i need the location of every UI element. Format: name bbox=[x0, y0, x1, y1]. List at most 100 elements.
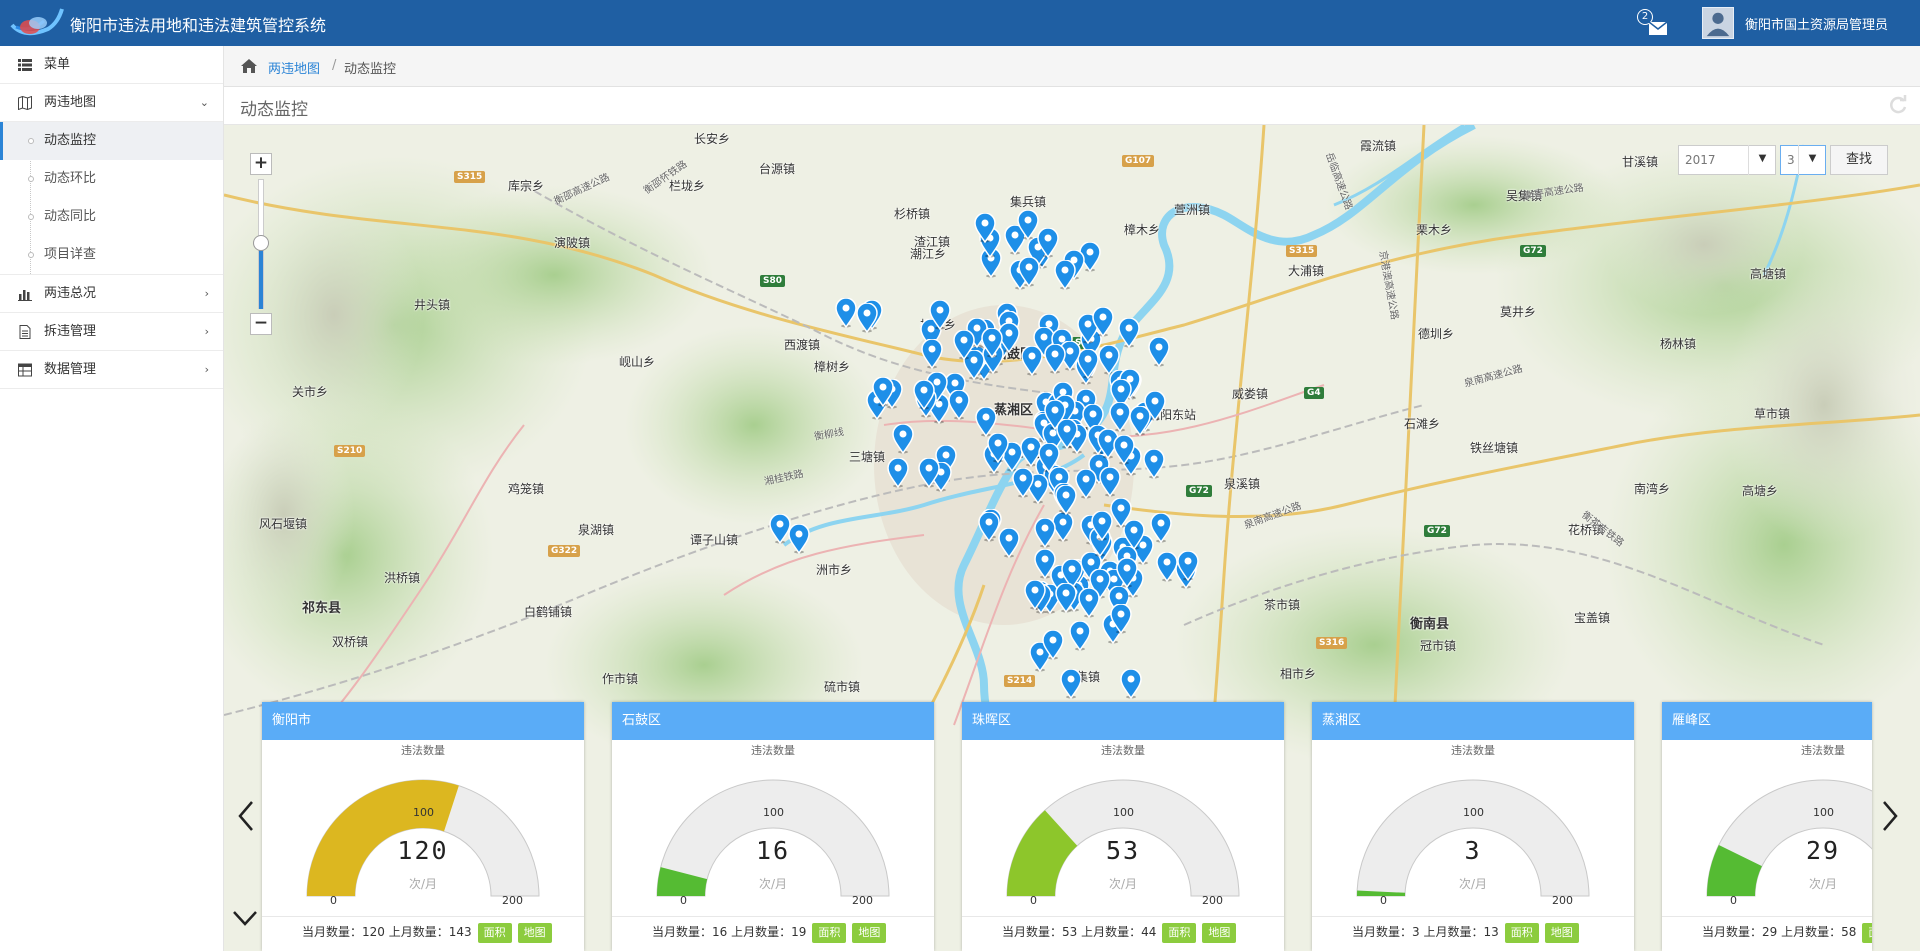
area-button[interactable]: 面积 bbox=[812, 923, 847, 943]
map-pin-icon[interactable] bbox=[1024, 580, 1046, 610]
chevron-down-icon[interactable] bbox=[230, 906, 260, 930]
map-button[interactable]: 地图 bbox=[852, 923, 887, 943]
map-pin-icon[interactable] bbox=[974, 213, 996, 243]
search-button[interactable]: 查找 bbox=[1830, 145, 1888, 175]
gauge-max-label: 200 bbox=[1202, 894, 1223, 907]
gauge-max-label: 200 bbox=[1552, 894, 1573, 907]
chevron-right-icon[interactable] bbox=[1878, 796, 1902, 836]
map-pin-icon[interactable] bbox=[1148, 337, 1170, 367]
card-subtitle: 违法数量 bbox=[1101, 744, 1145, 757]
map-pin-icon[interactable] bbox=[1177, 551, 1199, 581]
area-button[interactable]: 面积 bbox=[1504, 923, 1539, 943]
map-place-label: 甘溪镇 bbox=[1622, 155, 1659, 169]
map-pin-icon[interactable] bbox=[1037, 228, 1059, 258]
map-pin-icon[interactable] bbox=[856, 303, 878, 333]
user-name[interactable]: 衡阳市国土资源局管理员 bbox=[1745, 14, 1888, 33]
map-pin-icon[interactable] bbox=[1054, 260, 1076, 290]
chevron-down-icon[interactable]: ▼ bbox=[1748, 145, 1776, 175]
map-pin-icon[interactable] bbox=[913, 380, 935, 410]
sidebar: 菜单 两违地图 ⌄ 动态监控 动态环比 动态同比 项目详查 两违总况 › 拆违管… bbox=[0, 46, 224, 951]
zoom-control: + − bbox=[250, 153, 272, 335]
map-icon bbox=[18, 96, 32, 110]
map-pin-icon[interactable] bbox=[788, 524, 810, 554]
map-pin-icon[interactable] bbox=[978, 512, 1000, 542]
map-pin-icon[interactable] bbox=[872, 377, 894, 407]
sidebar-subitem-dynamic-monitor[interactable]: 动态监控 bbox=[0, 122, 223, 160]
map-pin-icon[interactable] bbox=[1021, 346, 1043, 376]
map-pin-icon[interactable] bbox=[1018, 257, 1040, 287]
sidebar-subitem-project-detail[interactable]: 项目详查 bbox=[0, 236, 223, 274]
card-subtitle: 违法数量 bbox=[1451, 744, 1495, 757]
map-button[interactable]: 地图 bbox=[1202, 923, 1237, 943]
gauge-unit: 次/月 bbox=[1108, 877, 1138, 891]
home-icon[interactable] bbox=[240, 58, 258, 74]
map-pin-icon[interactable] bbox=[1116, 558, 1138, 588]
map-pin-icon[interactable] bbox=[953, 330, 975, 360]
area-button[interactable]: 面积 bbox=[477, 923, 512, 943]
map-pin-icon[interactable] bbox=[892, 424, 914, 454]
map-pin-icon[interactable] bbox=[835, 298, 857, 328]
area-button[interactable]: 面积 bbox=[1862, 923, 1872, 943]
chevron-left-icon[interactable] bbox=[234, 796, 258, 836]
sidebar-item-overview[interactable]: 两违总况 › bbox=[0, 275, 223, 313]
map-button[interactable]: 地图 bbox=[517, 923, 552, 943]
map-pin-icon[interactable] bbox=[1012, 468, 1034, 498]
stat-card: 蒸湘区 违法数量 100 0 200 3 次/月 当月数量：3 上月数量：13 面积 地图 bbox=[1312, 702, 1634, 951]
map-pin-icon[interactable] bbox=[921, 339, 943, 369]
top-bar: 衡阳市违法用地和违法建筑管控系统 2 衡阳市国土资源局管理员 bbox=[0, 0, 1920, 46]
map-pin-icon[interactable] bbox=[1075, 469, 1097, 499]
map-pin-icon[interactable] bbox=[1017, 210, 1039, 240]
map-pin-icon[interactable] bbox=[1113, 435, 1135, 465]
avatar[interactable] bbox=[1702, 7, 1734, 39]
map-pin-icon[interactable] bbox=[1060, 669, 1082, 699]
map-pin-icon[interactable] bbox=[987, 433, 1009, 463]
sidebar-subitem-year-on-year[interactable]: 动态同比 bbox=[0, 198, 223, 236]
current-month-value: 120 bbox=[362, 925, 385, 939]
map-pin-icon[interactable] bbox=[1069, 621, 1091, 651]
map-pin-icon[interactable] bbox=[1110, 498, 1132, 528]
map-pin-icon[interactable] bbox=[948, 390, 970, 420]
map-pin-icon[interactable] bbox=[998, 528, 1020, 558]
map-pin-icon[interactable] bbox=[981, 328, 1003, 358]
area-button[interactable]: 面积 bbox=[1162, 923, 1197, 943]
sidebar-item-data[interactable]: 数据管理 › bbox=[0, 351, 223, 389]
map-pin-icon[interactable] bbox=[1143, 449, 1165, 479]
map-button[interactable]: 地图 bbox=[1544, 923, 1579, 943]
map-pin-icon[interactable] bbox=[1099, 467, 1121, 497]
map-pin-icon[interactable] bbox=[918, 458, 940, 488]
map-pin-icon[interactable] bbox=[1055, 583, 1077, 613]
breadcrumb-link[interactable]: 两违地图 bbox=[268, 58, 320, 77]
map-pin-icon[interactable] bbox=[1034, 518, 1056, 548]
zoom-slider-handle[interactable] bbox=[253, 235, 269, 251]
map-pin-icon[interactable] bbox=[1120, 669, 1142, 699]
map-pin-icon[interactable] bbox=[887, 458, 909, 488]
map-pin-icon[interactable] bbox=[1110, 604, 1132, 634]
sidebar-subitem-month-on-month[interactable]: 动态环比 bbox=[0, 160, 223, 198]
sidebar-item-menu[interactable]: 菜单 bbox=[0, 46, 223, 84]
map-place-label: 高塘镇 bbox=[1750, 267, 1787, 281]
map-pin-icon[interactable] bbox=[929, 300, 951, 330]
chevron-down-icon: ⌄ bbox=[199, 96, 209, 109]
sidebar-item-demolition[interactable]: 拆违管理 › bbox=[0, 313, 223, 351]
road-shield: G4 bbox=[1304, 387, 1324, 399]
map-pin-icon[interactable] bbox=[1092, 307, 1114, 337]
map-pin-icon[interactable] bbox=[1042, 630, 1064, 660]
last-month-value: 143 bbox=[448, 925, 472, 939]
map-pin-icon[interactable] bbox=[1078, 588, 1100, 618]
map-pin-icon[interactable] bbox=[1150, 513, 1172, 543]
zoom-in-button[interactable]: + bbox=[250, 153, 272, 175]
map-pin-icon[interactable] bbox=[1129, 406, 1151, 436]
map-pin-icon[interactable] bbox=[1055, 485, 1077, 515]
map-pin-icon[interactable] bbox=[1044, 344, 1066, 374]
current-month-label: 当月数量： bbox=[1002, 925, 1063, 939]
sidebar-item-violation-map[interactable]: 两违地图 ⌄ bbox=[0, 84, 223, 122]
map-pin-icon[interactable] bbox=[1118, 318, 1140, 348]
current-month-label: 当月数量： bbox=[1352, 925, 1413, 939]
chevron-down-icon[interactable]: ▼ bbox=[1798, 145, 1826, 175]
mail-button[interactable]: 2 bbox=[1636, 8, 1670, 38]
zoom-slider[interactable] bbox=[250, 175, 272, 313]
chevron-right-icon: › bbox=[204, 325, 209, 338]
zoom-out-button[interactable]: − bbox=[250, 313, 272, 335]
road-shield: S315 bbox=[1286, 245, 1318, 257]
refresh-icon[interactable] bbox=[1888, 95, 1908, 115]
